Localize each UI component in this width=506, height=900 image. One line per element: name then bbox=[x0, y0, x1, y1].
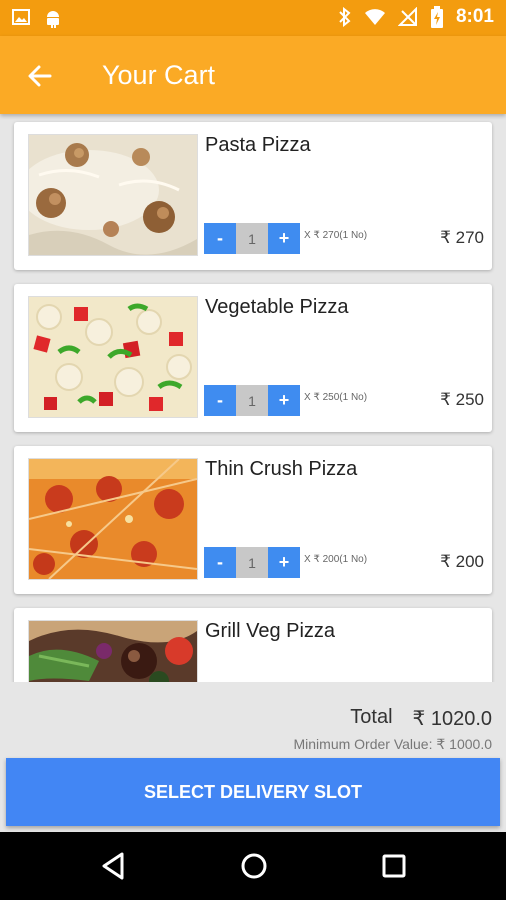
quantity-stepper: - 1 + bbox=[204, 385, 300, 416]
item-price: ₹ 200 bbox=[440, 552, 484, 571]
square-recents-icon bbox=[382, 854, 406, 878]
item-price: ₹ 270 bbox=[440, 228, 484, 247]
unit-price: X ₹ 250(1 No) bbox=[304, 392, 368, 403]
status-bar: 8:01 bbox=[0, 0, 506, 36]
arrow-left-icon bbox=[28, 65, 52, 87]
quantity-value: 1 bbox=[236, 547, 268, 578]
decrease-quantity-button[interactable]: - bbox=[204, 385, 236, 416]
item-name: Thin Crush Pizza bbox=[205, 458, 358, 480]
unit-price: X ₹ 200(1 No) bbox=[304, 554, 368, 565]
total-label: Total bbox=[350, 706, 393, 728]
total-value: ₹ 1020.0 bbox=[412, 708, 492, 730]
app-bar: Your Cart bbox=[0, 36, 506, 114]
quantity-stepper: - 1 + bbox=[204, 223, 300, 254]
android-icon bbox=[47, 11, 59, 28]
item-name: Pasta Pizza bbox=[205, 134, 311, 156]
unit-price: X ₹ 270(1 No) bbox=[304, 230, 368, 241]
item-price: ₹ 250 bbox=[440, 390, 484, 409]
item-name: Vegetable Pizza bbox=[205, 296, 349, 318]
battery-charging-icon bbox=[430, 6, 443, 28]
page-title: Your Cart bbox=[102, 60, 216, 90]
nav-recents-button[interactable] bbox=[376, 848, 412, 884]
status-time: 8:01 bbox=[455, 6, 494, 27]
nav-back-button[interactable] bbox=[96, 848, 132, 884]
item-image-pasta-pizza bbox=[28, 134, 198, 256]
cart-item: Vegetable Pizza - 1 + X ₹ 250(1 No) ₹ 25… bbox=[14, 284, 492, 432]
minimum-order-note: Minimum Order Value: ₹ 1000.0 bbox=[293, 736, 492, 752]
circle-home-icon bbox=[241, 853, 267, 879]
increase-quantity-button[interactable]: + bbox=[268, 223, 300, 254]
cart-item: Grill Veg Pizza bbox=[14, 608, 492, 682]
increase-quantity-button[interactable]: + bbox=[268, 547, 300, 578]
increase-quantity-button[interactable]: + bbox=[268, 385, 300, 416]
bluetooth-icon bbox=[339, 7, 351, 27]
total-row: Total ₹ 1020.0 bbox=[350, 706, 492, 731]
quantity-stepper: - 1 + bbox=[204, 547, 300, 578]
quantity-value: 1 bbox=[236, 223, 268, 254]
cart-list[interactable]: Pasta Pizza - 1 + X ₹ 270(1 No) ₹ 270 Ve… bbox=[0, 116, 506, 682]
nav-home-button[interactable] bbox=[236, 848, 272, 884]
quantity-value: 1 bbox=[236, 385, 268, 416]
system-nav-bar bbox=[0, 832, 506, 900]
no-signal-icon bbox=[397, 7, 417, 26]
item-name: Grill Veg Pizza bbox=[205, 620, 336, 642]
decrease-quantity-button[interactable]: - bbox=[204, 223, 236, 254]
back-button[interactable] bbox=[26, 62, 54, 90]
cart-item: Pasta Pizza - 1 + X ₹ 270(1 No) ₹ 270 bbox=[14, 122, 492, 270]
cart-item: Thin Crush Pizza - 1 + X ₹ 200(1 No) ₹ 2… bbox=[14, 446, 492, 594]
item-image-thin-crust-pizza bbox=[28, 458, 198, 580]
wifi-icon bbox=[364, 9, 385, 25]
item-image-grill-veg-pizza bbox=[28, 620, 198, 682]
image-icon bbox=[12, 9, 30, 25]
triangle-back-icon bbox=[102, 852, 124, 880]
decrease-quantity-button[interactable]: - bbox=[204, 547, 236, 578]
item-image-vegetable-pizza bbox=[28, 296, 198, 418]
select-delivery-slot-button[interactable]: SELECT DELIVERY SLOT bbox=[6, 758, 500, 826]
